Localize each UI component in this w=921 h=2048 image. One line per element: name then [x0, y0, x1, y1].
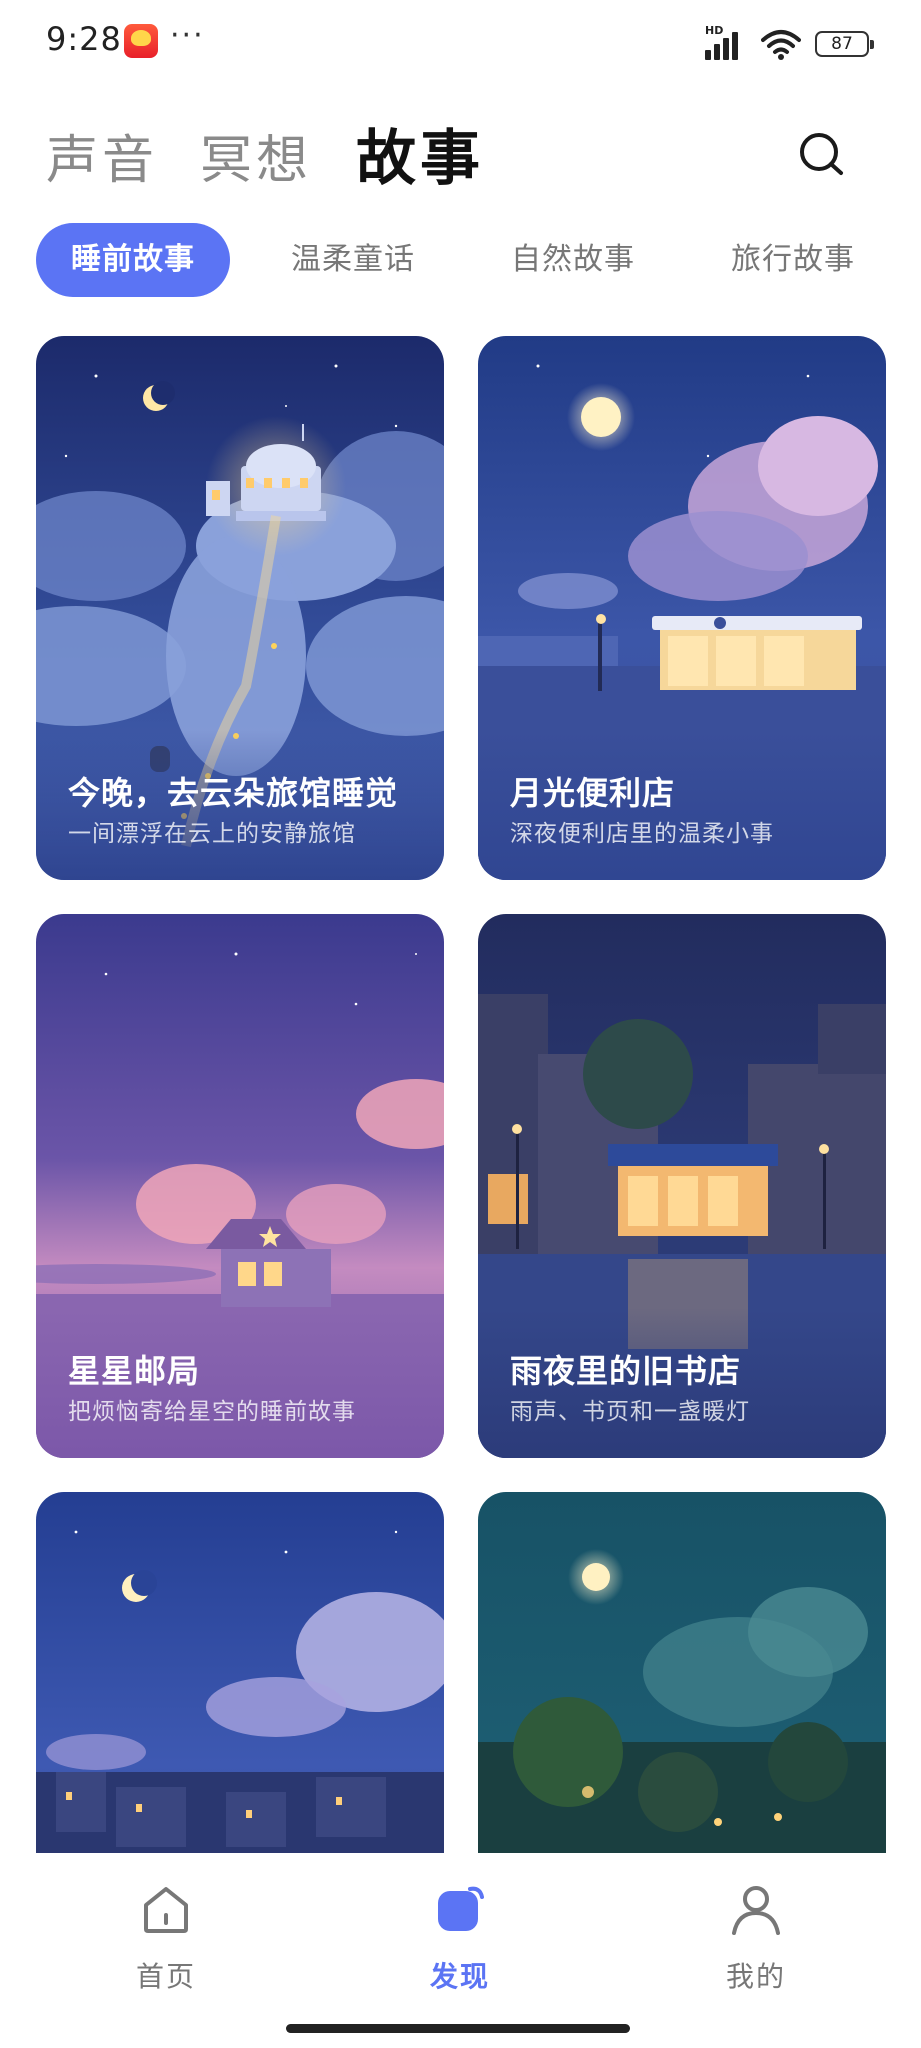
nav-profile[interactable]: 我的 [686, 1879, 826, 1999]
story-card[interactable]: 月光便利店 深夜便利店里的温柔小事 [478, 336, 886, 880]
status-bar: 9:28 ··· HD 87 [0, 0, 921, 88]
discover-icon [438, 1886, 484, 1931]
tab-stories[interactable]: 故事 [356, 110, 484, 197]
story-subtitle: 一间漂浮在云上的安静旅馆 [68, 821, 356, 847]
story-card[interactable] [478, 1492, 886, 1853]
status-indicators: HD 87 [705, 24, 874, 64]
chip-travel-stories[interactable]: 旅行故事 [713, 223, 873, 297]
nav-home[interactable]: 首页 [96, 1879, 236, 1999]
tab-meditation[interactable]: 冥想 [200, 118, 312, 193]
night-park-illustration [478, 1492, 886, 1853]
story-subtitle: 把烦恼寄给星空的睡前故事 [68, 1399, 356, 1425]
wifi-icon [761, 30, 801, 60]
chip-nature-stories[interactable]: 自然故事 [493, 223, 653, 297]
story-subtitle: 雨声、书页和一盏暖灯 [510, 1399, 750, 1425]
story-card[interactable]: 今晚，去云朵旅馆睡觉 一间漂浮在云上的安静旅馆 [36, 336, 444, 880]
story-subtitle: 深夜便利店里的温柔小事 [510, 821, 774, 847]
search-icon[interactable] [793, 126, 849, 182]
chip-gentle-fairy-tales[interactable]: 温柔童话 [273, 223, 433, 297]
nav-discover[interactable]: 发现 [390, 1879, 530, 1999]
home-indicator[interactable] [286, 2024, 630, 2033]
cellular-signal-icon: HD [705, 24, 747, 60]
network-type-label: HD [705, 24, 724, 37]
bottom-navigation: 首页 发现 我的 [0, 1853, 921, 2048]
battery-icon: 87 [815, 31, 874, 57]
tab-sound[interactable]: 声音 [46, 118, 158, 193]
nav-discover-label: 发现 [429, 1960, 490, 1993]
story-grid: 今晚，去云朵旅馆睡觉 一间漂浮在云上的安静旅馆 月光便利店 深夜便利店里的温柔小… [36, 336, 886, 1853]
status-time: 9:28 [46, 20, 122, 58]
story-title: 星星邮局 [68, 1352, 201, 1390]
story-card[interactable] [36, 1492, 444, 1853]
nav-profile-label: 我的 [725, 1960, 786, 1993]
battery-level: 87 [831, 34, 853, 54]
story-title: 今晚，去云朵旅馆睡觉 [68, 774, 399, 812]
profile-icon [732, 1886, 780, 1935]
home-icon [144, 1887, 188, 1933]
top-tab-bar: 声音 冥想 故事 [0, 100, 921, 210]
night-town-illustration [36, 1492, 444, 1853]
story-title: 月光便利店 [510, 774, 676, 812]
chip-bedtime-stories[interactable]: 睡前故事 [36, 223, 230, 297]
nav-home-label: 首页 [135, 1960, 196, 1993]
more-notifications-icon: ··· [170, 18, 205, 53]
category-chips: 睡前故事 温柔童话 自然故事 旅行故事 [36, 223, 896, 297]
story-card[interactable]: 雨夜里的旧书店 雨声、书页和一盏暖灯 [478, 914, 886, 1458]
story-title: 雨夜里的旧书店 [510, 1352, 742, 1390]
story-card[interactable]: 星星邮局 把烦恼寄给星空的睡前故事 [36, 914, 444, 1458]
shopping-app-icon [124, 24, 158, 58]
